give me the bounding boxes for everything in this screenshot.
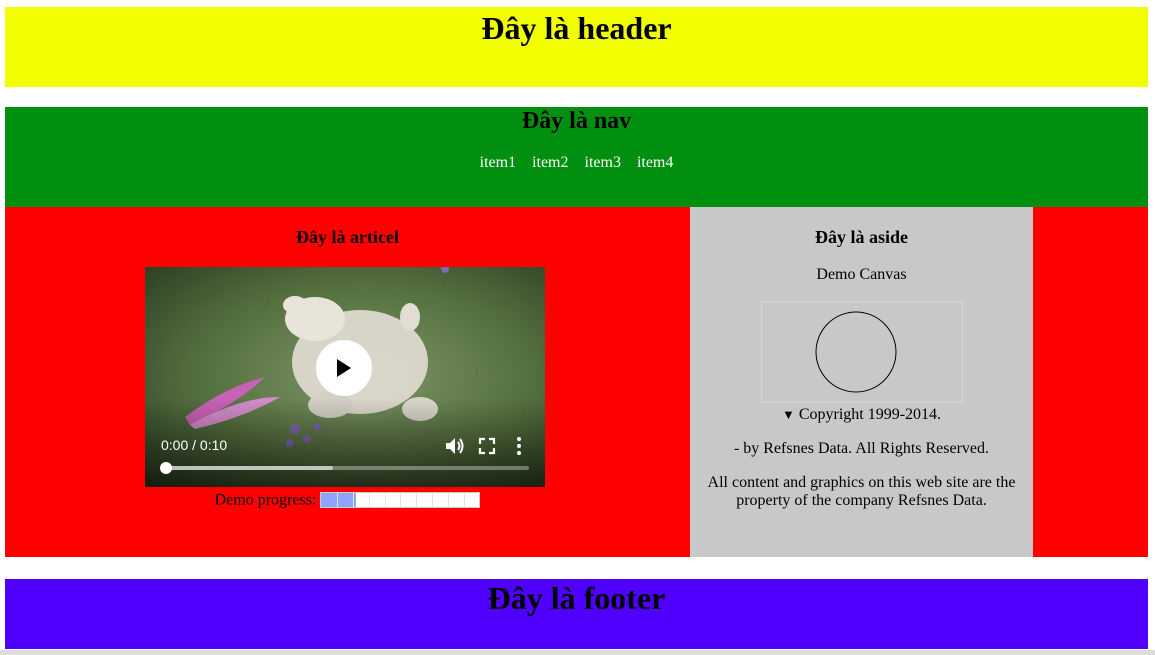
video-time: 0:00 / 0:10 (161, 437, 228, 453)
summary-text: Copyright 1999-2014. (798, 406, 942, 423)
progress-segment-divider (352, 493, 354, 508)
video-seek-thumb[interactable] (160, 462, 172, 474)
fullscreen-button[interactable] (476, 435, 498, 457)
details-summary[interactable]: ▼ Copyright 1999-2014. (690, 406, 1033, 424)
progress-row: Demo progress: (5, 490, 690, 510)
fullscreen-icon (478, 437, 496, 455)
nav-item-1[interactable]: item1 (480, 154, 516, 171)
progress-segment-divider (463, 493, 465, 508)
progress-segment-divider (400, 493, 402, 508)
page-header: Đây là header (5, 7, 1148, 87)
video-player[interactable]: 0:00 / 0:10 (145, 267, 545, 487)
page-nav: Đây là nav item1 item2 item3 item4 (5, 107, 1148, 207)
demo-canvas (761, 301, 963, 403)
volume-button[interactable] (443, 435, 465, 457)
progress-segment-divider (447, 493, 449, 508)
progress-fill (321, 493, 357, 508)
nav-item-3[interactable]: item3 (585, 154, 621, 171)
progress-segment-divider (416, 493, 418, 508)
page-footer: Đây là footer (5, 579, 1148, 649)
disclosure-triangle-icon: ▼ (781, 407, 795, 422)
main-section: Đây là articel 0:00 / 0:10 Demo progress… (5, 207, 1148, 557)
aside-title: Đây là aside (814, 227, 908, 247)
more-options-icon (517, 437, 521, 455)
header-title: Đây là header (481, 10, 672, 46)
aside: Đây là aside Demo Canvas ▼ Copyright 1999… (690, 207, 1033, 557)
canvas-circle-drawing (815, 311, 897, 393)
nav-item-4[interactable]: item4 (637, 154, 673, 171)
volume-icon (446, 438, 464, 454)
article: Đây là articel 0:00 / 0:10 Demo progress… (5, 207, 690, 557)
nav-item-2[interactable]: item2 (532, 154, 568, 171)
article-title: Đây là articel (296, 227, 399, 247)
progress-segment-divider (368, 493, 370, 508)
canvas-title: Demo Canvas (816, 266, 907, 283)
video-buffered (161, 466, 333, 470)
progress-segment-divider (384, 493, 386, 508)
progress-segment-divider (337, 493, 339, 508)
progress-label: Demo progress: (214, 491, 317, 509)
details-by-line: - by Refsnes Data. All Rights Reserved. (733, 440, 990, 457)
video-seek-bar[interactable] (160, 462, 529, 474)
progress-segment-divider (431, 493, 433, 508)
demo-progress-bar (320, 492, 481, 509)
footer-title: Đây là footer (487, 580, 666, 616)
play-button[interactable] (316, 340, 372, 396)
horizontal-scrollbar[interactable] (0, 650, 1155, 655)
play-icon (337, 359, 351, 377)
details-content: All content and graphics on this web sit… (707, 474, 1016, 509)
nav-links: item1 item2 item3 item4 (5, 154, 1148, 172)
more-options-button[interactable] (508, 435, 530, 457)
nav-title: Đây là nav (521, 108, 632, 134)
